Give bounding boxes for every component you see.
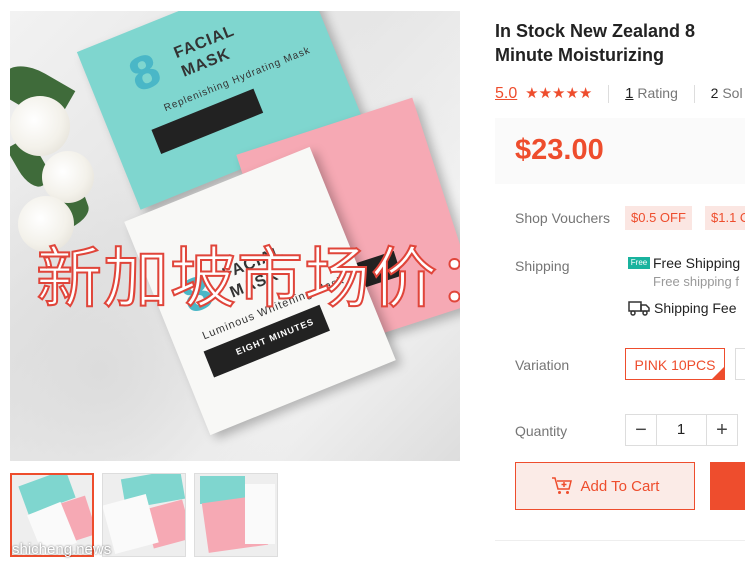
voucher-chip[interactable]: $0.5 OFF bbox=[625, 206, 692, 230]
buy-now-button[interactable] bbox=[710, 462, 745, 510]
variation-option[interactable] bbox=[735, 348, 745, 380]
free-shipping-text: Free Shipping bbox=[653, 255, 741, 271]
variation-label: Variation bbox=[515, 357, 570, 373]
star-rating-icon: ★★★★★ bbox=[525, 85, 593, 102]
white-rose-decoration bbox=[10, 96, 70, 156]
shipping-fee-label[interactable]: Shipping Fee bbox=[654, 300, 737, 316]
price-overlay-caption: 新加坡市场价：23新币 bbox=[35, 239, 460, 318]
thumbnail-3[interactable] bbox=[194, 473, 278, 557]
box-black-strip bbox=[151, 88, 264, 154]
cart-icon bbox=[551, 477, 572, 494]
white-rose-decoration bbox=[42, 151, 94, 203]
rating-score[interactable]: 5.0 bbox=[495, 85, 517, 102]
thumbnail-2[interactable] bbox=[102, 473, 186, 557]
divider bbox=[495, 540, 745, 541]
add-to-cart-button[interactable]: Add To Cart bbox=[515, 462, 695, 510]
rating-row: 5.0 ★★★★★ 1 Rating 2 Sol bbox=[495, 84, 743, 104]
divider bbox=[608, 85, 610, 104]
product-main-image[interactable]: 8 FACIAL MASK Replenishing Hydrating Mas… bbox=[10, 11, 460, 461]
quantity-increment-button[interactable]: + bbox=[706, 414, 738, 446]
thumb-white-box bbox=[245, 484, 275, 544]
sold-label: Sol bbox=[722, 85, 743, 101]
add-to-cart-label: Add To Cart bbox=[580, 477, 660, 495]
shop-vouchers-label: Shop Vouchers bbox=[515, 210, 610, 226]
sold-count: 2 bbox=[710, 85, 719, 101]
free-shipping-badge-icon: Free bbox=[628, 257, 650, 269]
image-watermark: shicheng.news bbox=[12, 541, 112, 558]
divider bbox=[693, 85, 695, 104]
truck-icon bbox=[628, 301, 650, 316]
box-brand-number: 8 bbox=[121, 44, 169, 103]
price-panel: $23.00 bbox=[495, 118, 745, 184]
quantity-label: Quantity bbox=[515, 423, 568, 439]
rating-label: Rating bbox=[637, 85, 678, 101]
rating-count[interactable]: 1 bbox=[625, 85, 633, 102]
shipping-label: Shipping bbox=[515, 258, 570, 274]
quantity-decrement-button[interactable]: − bbox=[625, 414, 657, 446]
free-shipping-subtext: Free shipping f bbox=[653, 274, 739, 289]
product-price: $23.00 bbox=[515, 134, 604, 166]
voucher-chip[interactable]: $1.1 O bbox=[705, 206, 745, 230]
variation-option-selected[interactable]: PINK 10PCS bbox=[625, 348, 725, 380]
product-title: In Stock New Zealand 8 Minute Moisturizi… bbox=[495, 21, 696, 65]
quantity-input[interactable]: 1 bbox=[656, 414, 706, 446]
